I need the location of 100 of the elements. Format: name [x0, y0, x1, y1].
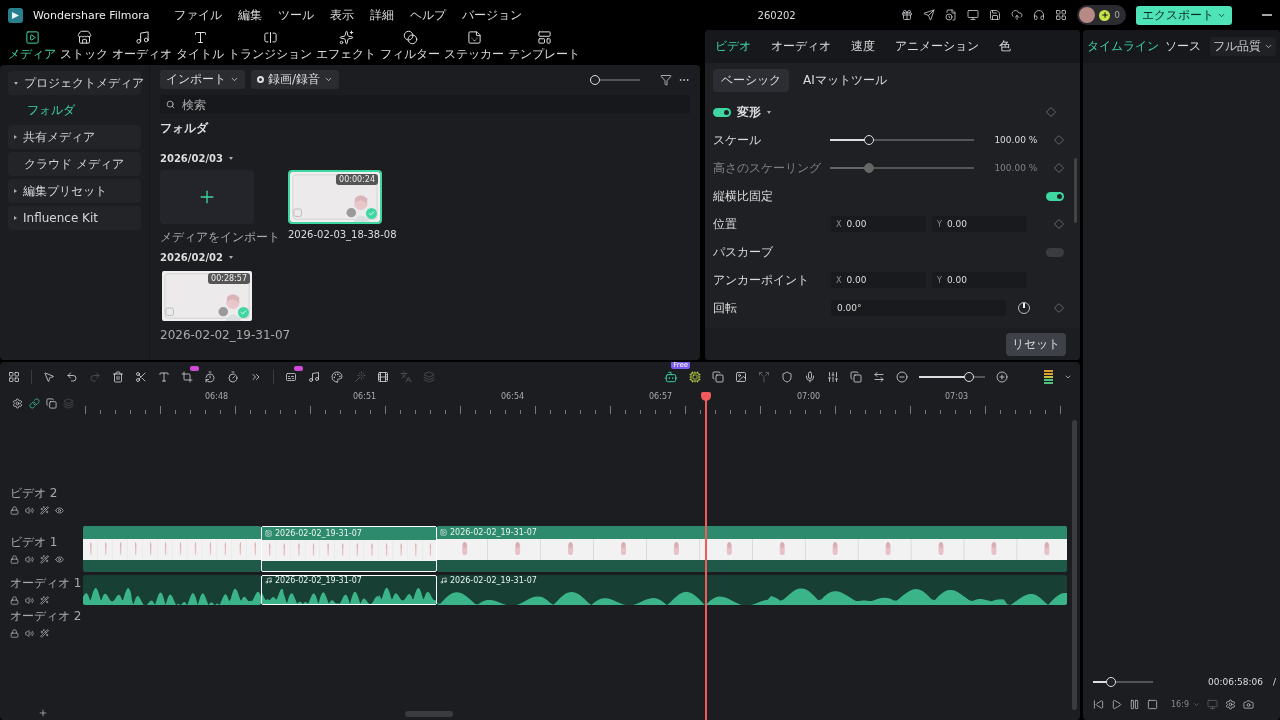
menu-item[interactable]: バージョン	[461, 6, 522, 24]
sidebar-item[interactable]: Influence Kit	[8, 206, 141, 230]
copy-icon[interactable]	[712, 371, 724, 383]
toggle-switch[interactable]	[1046, 191, 1064, 201]
wand-icon[interactable]	[40, 506, 49, 515]
toggle-switch[interactable]	[713, 107, 731, 117]
import-dropdown[interactable]: インポート	[160, 70, 245, 89]
send-icon[interactable]	[923, 9, 936, 21]
audio-clip[interactable]: 2026-02-02_19-31-07	[261, 575, 437, 605]
cloud-upload-icon[interactable]	[1011, 9, 1024, 21]
copy-icon[interactable]	[850, 371, 862, 383]
zoom-out-icon[interactable]	[896, 371, 908, 383]
aspect-dropdown[interactable]: 16:9	[1171, 699, 1200, 709]
x-field[interactable]: X 0.00	[831, 216, 926, 232]
rotation-field[interactable]: 0.00°	[831, 300, 1006, 316]
settings-icon[interactable]	[1224, 698, 1236, 710]
chevron-icon[interactable]	[1064, 373, 1072, 381]
player-tab[interactable]: ソース	[1165, 38, 1201, 55]
reset-button[interactable]: リセット	[1006, 332, 1066, 356]
media-tab[interactable]: エフェクト	[314, 30, 378, 63]
level-meter-icon[interactable]	[1044, 370, 1053, 384]
media-tab[interactable]: オーディオ	[110, 30, 174, 63]
media-tab[interactable]: テンプレート	[506, 30, 582, 63]
import-media-tile[interactable]	[160, 170, 254, 224]
timer-reset-icon[interactable]	[204, 371, 216, 383]
play-icon[interactable]	[1111, 698, 1122, 710]
palette-icon[interactable]	[331, 371, 343, 383]
record-dropdown[interactable]: 録画/録音	[251, 70, 340, 89]
sidebar-item[interactable]: 共有メディア	[8, 125, 141, 149]
toggle-switch[interactable]	[1046, 247, 1064, 257]
property-tab[interactable]: 色	[999, 38, 1011, 55]
plus-icon[interactable]	[38, 708, 48, 718]
speaker-icon[interactable]	[25, 506, 34, 515]
sidebar-item[interactable]: 編集プリセット	[8, 179, 141, 203]
robot-icon[interactable]	[664, 370, 678, 384]
trash-icon[interactable]	[112, 371, 124, 383]
speaker-icon[interactable]	[25, 555, 34, 564]
stop-icon[interactable]	[1147, 698, 1158, 710]
chip-icon[interactable]	[689, 371, 701, 383]
scrollbar[interactable]	[1074, 158, 1077, 223]
video-clip[interactable]	[83, 526, 261, 572]
property-tab[interactable]: アニメーション	[895, 38, 979, 55]
account-pill[interactable]: 0	[1077, 5, 1126, 25]
speed-icon[interactable]	[250, 371, 262, 383]
media-thumbnail[interactable]: 00:00:24	[288, 170, 382, 224]
lock-icon[interactable]	[10, 555, 19, 564]
caret-icon[interactable]	[228, 157, 233, 160]
media-tab[interactable]: トランジション	[226, 30, 314, 63]
crop-icon[interactable]	[181, 371, 193, 383]
filter-icon[interactable]	[660, 73, 672, 86]
caret-icon[interactable]	[767, 110, 771, 114]
mic-icon[interactable]	[804, 371, 816, 383]
text-icon[interactable]	[158, 371, 170, 383]
x-field[interactable]: X 0.00	[831, 272, 926, 288]
save-icon[interactable]	[989, 9, 1002, 21]
undo-icon[interactable]	[66, 371, 78, 383]
zoom-in-icon[interactable]	[996, 371, 1008, 383]
media-tab[interactable]: タイトル	[174, 30, 226, 63]
wand-icon[interactable]	[40, 596, 49, 605]
settings-icon[interactable]	[12, 397, 23, 409]
sub-tab[interactable]: ベーシック	[713, 69, 789, 92]
wand-icon[interactable]	[40, 555, 49, 564]
file-clock-icon[interactable]	[945, 9, 958, 21]
gift-icon[interactable]	[901, 9, 914, 21]
sidebar-item[interactable]: クラウド メディア	[8, 152, 141, 176]
property-tab[interactable]: ビデオ	[715, 38, 751, 55]
export-button[interactable]: エクスポート	[1136, 5, 1232, 25]
speaker-icon[interactable]	[25, 629, 34, 638]
eye-icon[interactable]	[55, 555, 64, 564]
menu-item[interactable]: 表示	[329, 6, 354, 24]
media-tab[interactable]: ストック	[58, 30, 110, 63]
y-field[interactable]: Y 0.00	[932, 216, 1027, 232]
media-tab[interactable]: メディア	[6, 30, 58, 63]
mixer-icon[interactable]	[827, 371, 839, 383]
camera-icon[interactable]	[1242, 698, 1254, 710]
menu-item[interactable]: 詳細	[369, 6, 394, 24]
headset-icon[interactable]	[1033, 9, 1046, 21]
menu-item[interactable]: ファイル	[173, 6, 222, 24]
caret-icon[interactable]	[228, 256, 233, 259]
property-tab[interactable]: 速度	[851, 38, 875, 55]
grid-icon[interactable]	[1055, 9, 1068, 21]
eye-icon[interactable]	[55, 506, 64, 515]
pointer-icon[interactable]	[43, 371, 55, 383]
step-back-icon[interactable]	[1093, 698, 1104, 710]
grid-icon[interactable]	[8, 371, 20, 383]
monitor-icon[interactable]	[967, 9, 980, 21]
film-icon[interactable]	[377, 371, 389, 383]
video-clip[interactable]: 2026-02-02_19-31-07	[261, 526, 437, 572]
captions-icon[interactable]	[285, 371, 297, 383]
media-tab[interactable]: フィルター	[378, 30, 442, 63]
menu-item[interactable]: ツール	[277, 6, 314, 24]
sidebar-item[interactable]: フォルダ	[8, 98, 141, 122]
search-field[interactable]: 検索	[160, 95, 690, 114]
shield-icon[interactable]	[781, 371, 793, 383]
pause-icon[interactable]	[1129, 698, 1140, 710]
audio-clip[interactable]	[83, 575, 261, 605]
image-icon[interactable]	[735, 371, 747, 383]
speaker-icon[interactable]	[25, 596, 34, 605]
lock-icon[interactable]	[10, 506, 19, 515]
lock-icon[interactable]	[10, 596, 19, 605]
